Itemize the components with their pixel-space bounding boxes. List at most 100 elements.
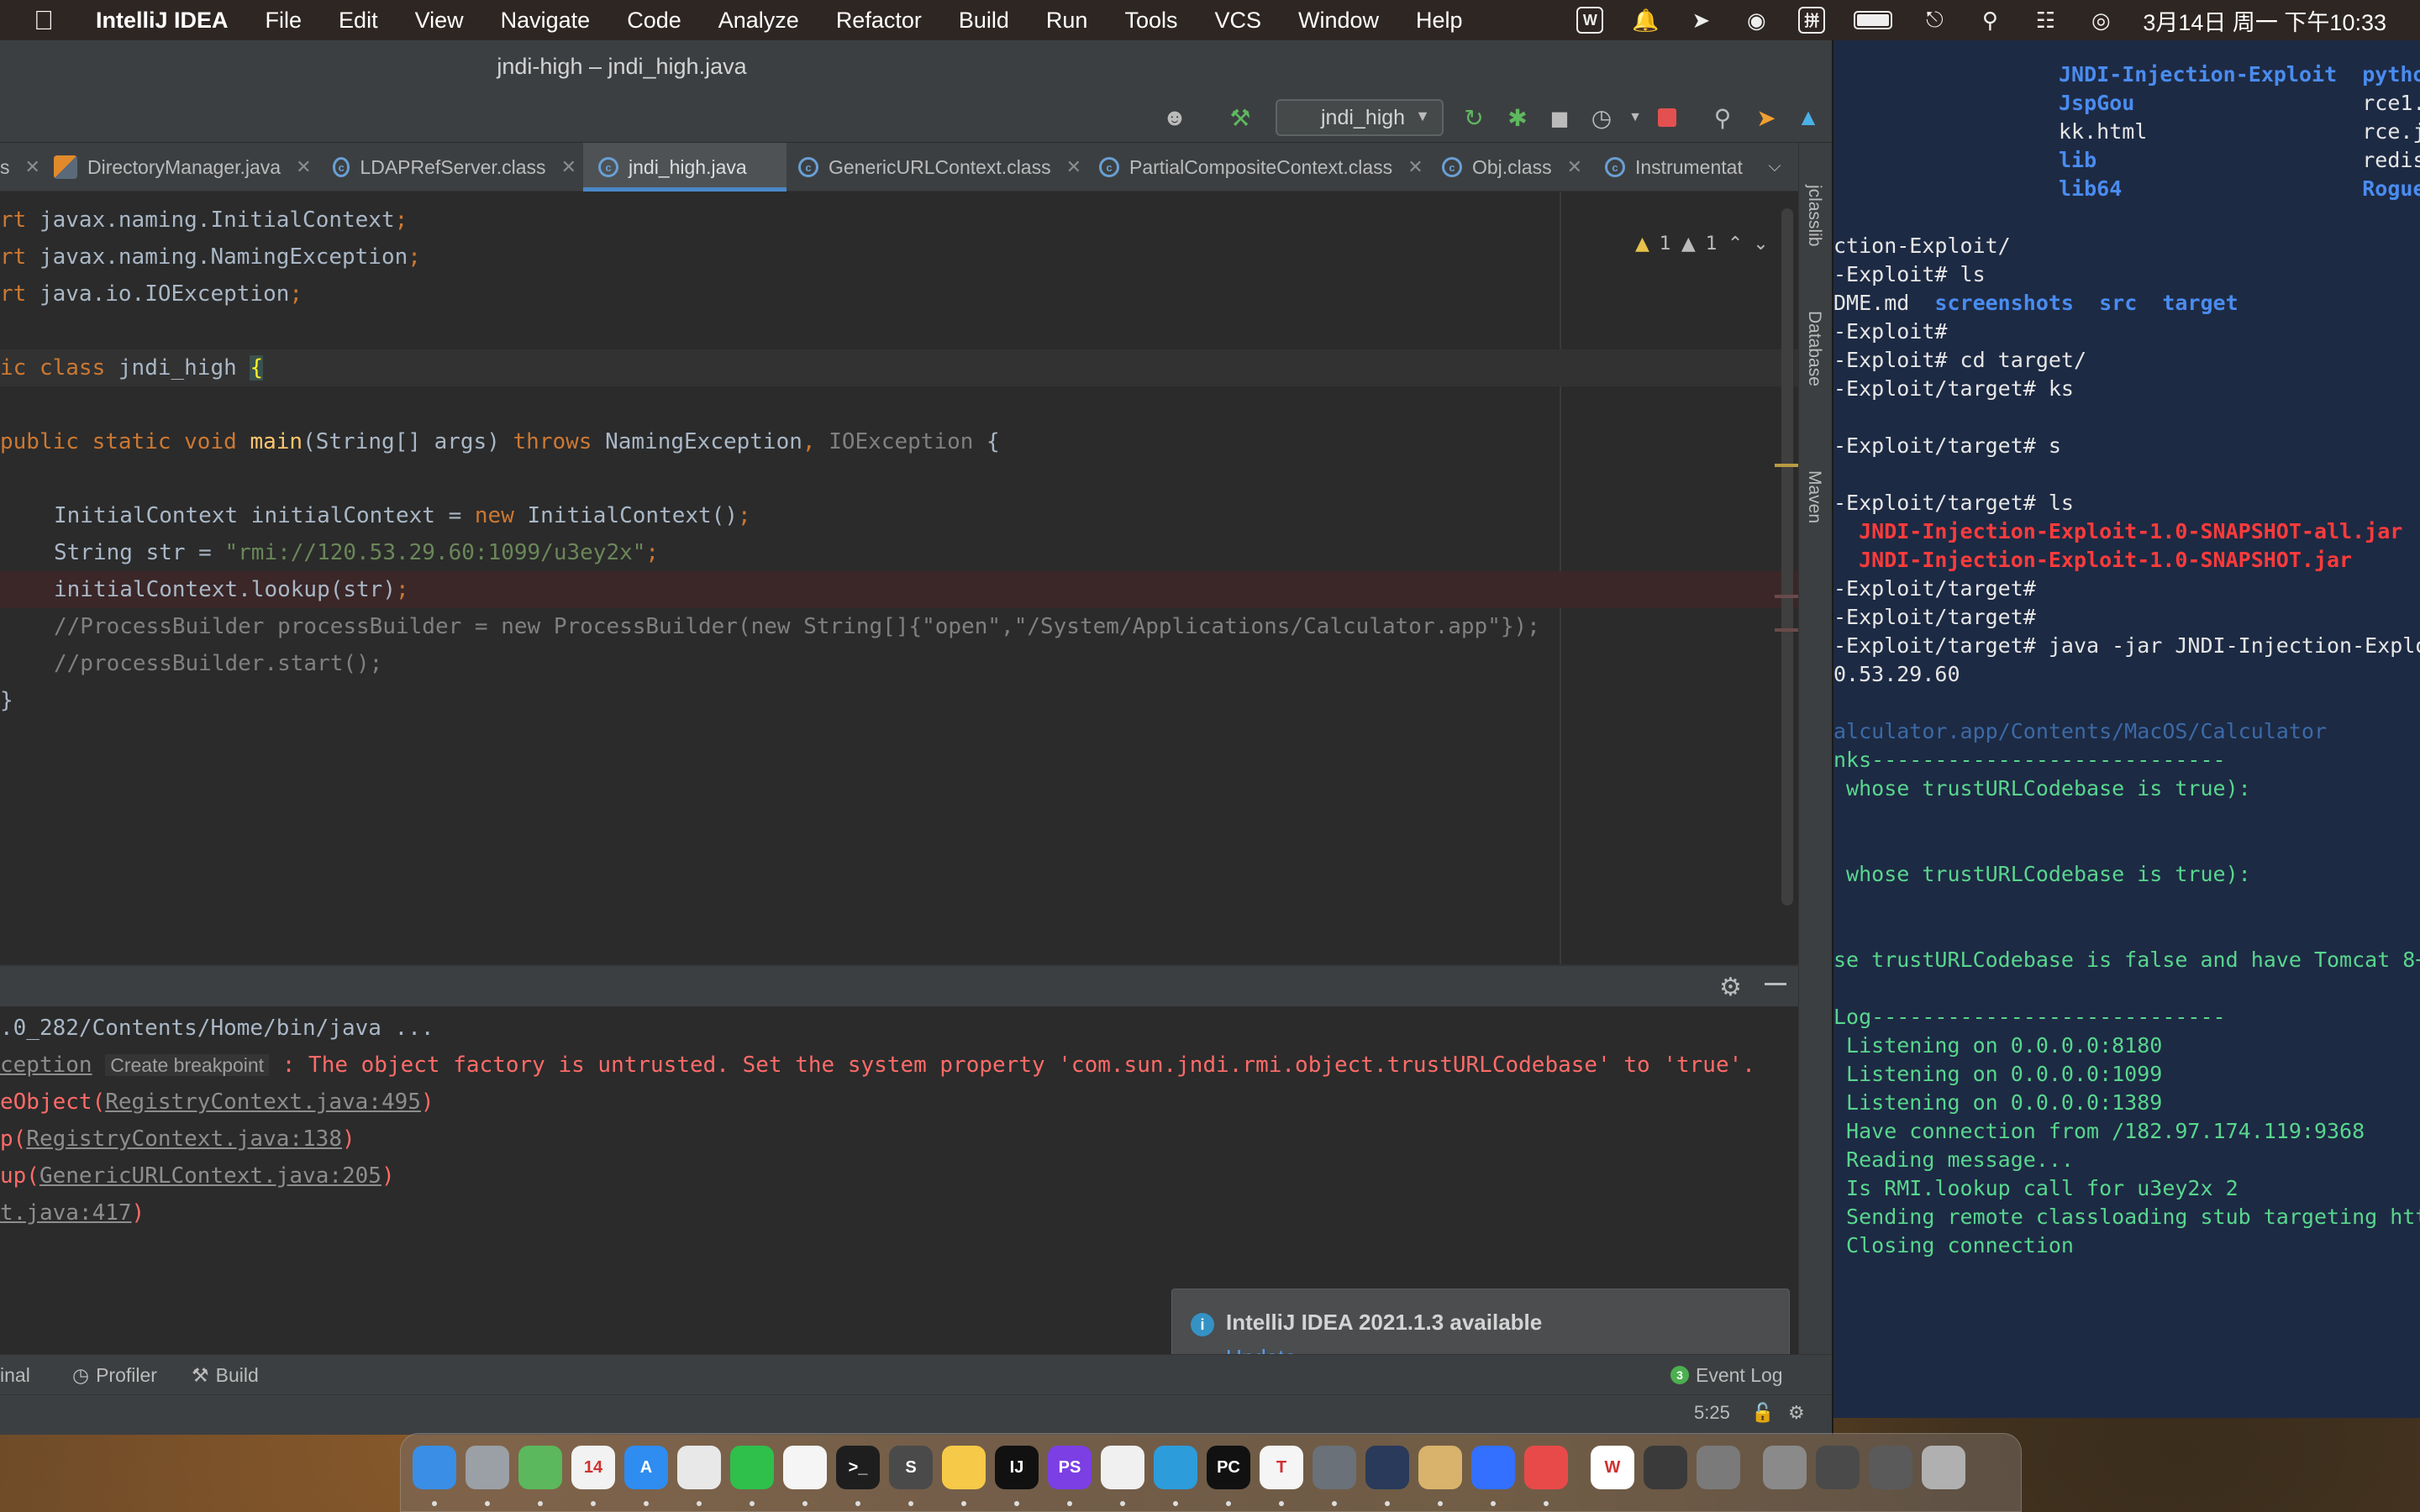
user-icon[interactable]: ☻	[1158, 101, 1192, 134]
qq-icon[interactable]	[783, 1446, 827, 1489]
stack-link[interactable]: RegistryContext.java:495	[105, 1089, 421, 1115]
phpstorm-icon[interactable]: PS	[1048, 1446, 1092, 1489]
menu-file[interactable]: File	[247, 8, 321, 34]
search-icon[interactable]: ⚲	[1976, 7, 2003, 34]
tab-ldap-ref-server[interactable]: c LDAPRefServer.class ✕	[333, 143, 576, 192]
caret-position[interactable]: 5:25	[1694, 1402, 1730, 1424]
database-tool-button[interactable]: Database	[1804, 311, 1824, 386]
finder-icon[interactable]	[413, 1446, 456, 1489]
menu-help[interactable]: Help	[1397, 8, 1481, 34]
create-breakpoint-link[interactable]: Create breakpoint	[105, 1054, 270, 1076]
stop-icon[interactable]	[1650, 101, 1684, 134]
editor-scrollbar[interactable]	[1781, 208, 1793, 906]
gear-icon[interactable]: ⚙	[1719, 973, 1746, 1001]
textedit-icon[interactable]	[1101, 1446, 1144, 1489]
menu-bar-clock[interactable]: 3月14日 周一 下午10:33	[2143, 4, 2386, 37]
menu-view[interactable]: View	[397, 8, 482, 34]
hat-icon[interactable]	[1763, 1446, 1807, 1489]
tab-obj[interactable]: c Obj.class ✕	[1442, 143, 1593, 192]
tab-generic-url-context[interactable]: c GenericURLContext.class ✕	[798, 143, 1087, 192]
wps-icon[interactable]: W	[1576, 7, 1604, 34]
apple-menu-icon[interactable]: 	[34, 5, 67, 36]
update-icon[interactable]: ➤	[1749, 101, 1783, 134]
menu-vcs[interactable]: VCS	[1196, 8, 1280, 34]
profile-icon[interactable]: ◷	[1585, 101, 1618, 134]
maven-tool-button[interactable]: Maven	[1804, 470, 1824, 523]
lock-icon[interactable]: 🔓	[1751, 1402, 1774, 1424]
system-preferences-icon[interactable]	[1697, 1446, 1740, 1489]
warning-marker[interactable]	[1775, 464, 1798, 467]
close-icon[interactable]: ✕	[1066, 156, 1081, 178]
terminal-window[interactable]: JNDI-Injection-Exploit pytho JspGou rce1.…	[1823, 40, 2420, 1418]
chevron-up-icon[interactable]: ⌃	[1728, 234, 1743, 255]
menu-window[interactable]: Window	[1280, 8, 1397, 34]
close-icon[interactable]: ✕	[296, 156, 311, 178]
tab-jndi-high[interactable]: c jndi_high.java	[583, 143, 786, 192]
launchpad-icon[interactable]	[466, 1446, 509, 1489]
send-icon[interactable]: ➤	[1687, 7, 1714, 34]
coverage-icon[interactable]: ◼	[1543, 101, 1576, 134]
finder-window-icon[interactable]	[1869, 1446, 1912, 1489]
menu-build[interactable]: Build	[940, 8, 1028, 34]
run-configuration-select[interactable]: jndi_high ▼	[1276, 99, 1444, 136]
maps-icon[interactable]	[518, 1446, 562, 1489]
menu-edit[interactable]: Edit	[320, 8, 397, 34]
app-menu[interactable]: IntelliJ IDEA	[67, 8, 247, 34]
minimize-icon[interactable]	[1765, 983, 1786, 985]
feishu-icon[interactable]	[1471, 1446, 1515, 1489]
close-icon[interactable]: ✕	[561, 156, 576, 178]
chevron-down-icon[interactable]: ⌄	[1753, 234, 1768, 255]
calculator-icon[interactable]	[1644, 1446, 1687, 1489]
sublime-icon[interactable]: S	[889, 1446, 933, 1489]
event-log-button[interactable]: 3 Event Log	[1670, 1355, 1783, 1395]
stack-link[interactable]: RegistryContext.java:138	[26, 1126, 342, 1152]
build-tool-button[interactable]: ⚒ Build	[192, 1355, 259, 1395]
tab-instrumentation[interactable]: c Instrumentat	[1605, 143, 1754, 192]
reminder-icon[interactable]	[1524, 1446, 1568, 1489]
menu-refactor[interactable]: Refactor	[818, 8, 940, 34]
input-method-icon[interactable]: 拼	[1798, 7, 1826, 34]
pycharm-icon[interactable]: PC	[1207, 1446, 1250, 1489]
inspection-widget[interactable]: ▲ 1 ▲ 1 ⌃ ⌄	[1635, 228, 1769, 259]
app-store-icon[interactable]: A	[624, 1446, 668, 1489]
debug-icon[interactable]: ✱	[1501, 101, 1534, 134]
wechat-icon[interactable]	[730, 1446, 774, 1489]
menu-analyze[interactable]: Analyze	[700, 8, 818, 34]
tab-truncated[interactable]: s ✕	[0, 143, 42, 192]
hammer-icon[interactable]: ⚒	[1223, 101, 1257, 134]
folder-icon[interactable]	[1418, 1446, 1462, 1489]
bot-icon[interactable]	[1365, 1446, 1409, 1489]
rerun-icon[interactable]: ↻	[1457, 101, 1491, 134]
screenshot-icon[interactable]	[1816, 1446, 1860, 1489]
code-editor[interactable]: ▲ 1 ▲ 1 ⌃ ⌄ rt javax.naming.InitialConte…	[0, 192, 1798, 964]
close-icon[interactable]: ✕	[25, 156, 40, 178]
trash-icon[interactable]	[1922, 1446, 1965, 1489]
close-icon[interactable]: ✕	[1407, 156, 1423, 178]
screen-mirror-icon[interactable]: ⎋	[1921, 7, 1948, 34]
siri-icon[interactable]: ◎	[2087, 7, 2114, 34]
safari-dark-icon[interactable]	[1313, 1446, 1356, 1489]
intellij-icon[interactable]: IJ	[995, 1446, 1039, 1489]
menu-code[interactable]: Code	[608, 8, 700, 34]
bell-icon[interactable]: 🔔	[1632, 7, 1659, 34]
stack-link[interactable]: GenericURLContext.java:205	[39, 1163, 381, 1189]
typora-icon[interactable]: T	[1260, 1446, 1303, 1489]
settings-icon[interactable]: ⚙	[1788, 1402, 1805, 1424]
lightning-icon[interactable]	[1154, 1446, 1197, 1489]
notes-yellow-icon[interactable]	[942, 1446, 986, 1489]
code-with-me-icon[interactable]: ▲	[1791, 101, 1825, 134]
menu-tools[interactable]: Tools	[1106, 8, 1196, 34]
terminal-tool-button[interactable]: inal	[0, 1355, 30, 1395]
terminal-icon[interactable]: >_	[836, 1446, 880, 1489]
close-icon[interactable]: ✕	[1567, 156, 1582, 178]
menu-navigate[interactable]: Navigate	[482, 8, 609, 34]
control-center-icon[interactable]: ☷	[2032, 7, 2059, 34]
battery-icon[interactable]	[1854, 11, 1893, 29]
stack-link[interactable]: t.java:417	[0, 1200, 132, 1226]
tab-partial-composite-context[interactable]: c PartialCompositeContext.class ✕	[1099, 143, 1440, 192]
tab-directory-manager[interactable]: DirectoryManager.java ✕	[54, 143, 314, 192]
menu-run[interactable]: Run	[1028, 8, 1107, 34]
jclasslib-tool-button[interactable]: jclasslib	[1804, 185, 1824, 247]
chevron-down-icon[interactable]: ⌵	[1758, 150, 1791, 183]
wechat-icon[interactable]: ◉	[1743, 7, 1770, 34]
